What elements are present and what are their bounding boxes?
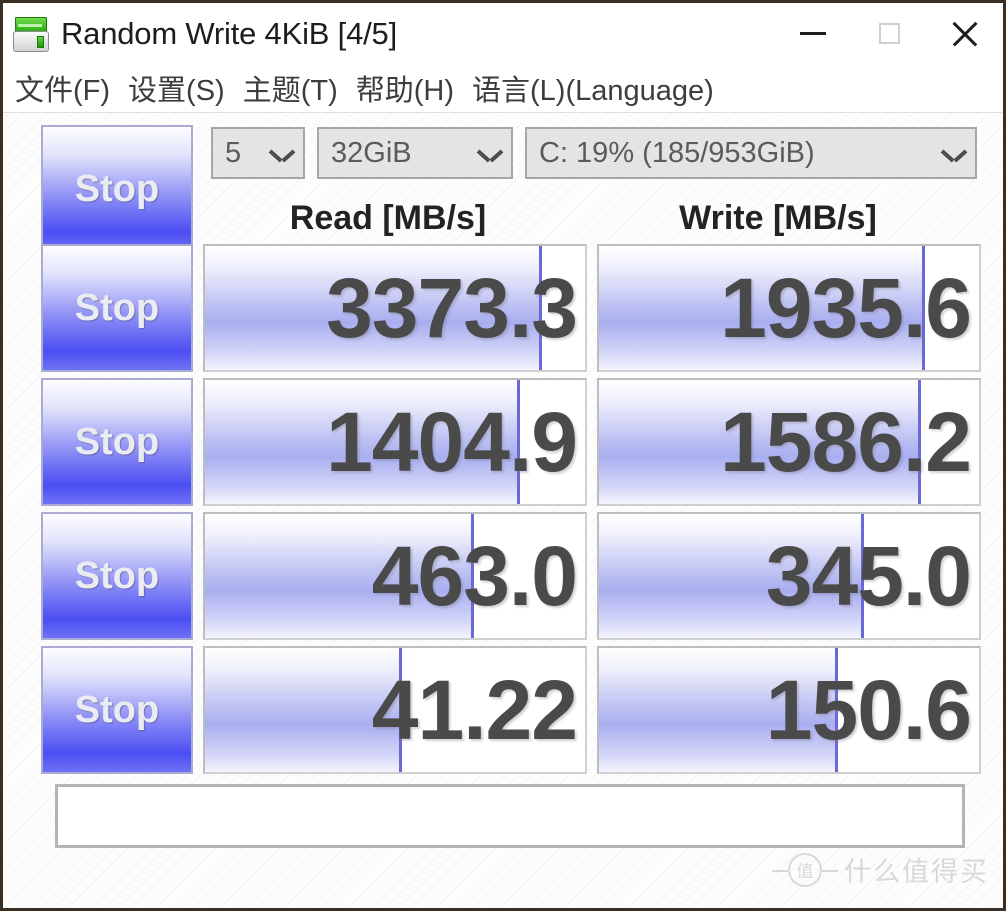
read-value-1: 3373.3 [326, 260, 578, 355]
main-content: Stop 5 32GiB C: 19% (185/953GiB) Read [M [3, 113, 1003, 908]
menu-bar: 文件(F) 设置(S) 主题(T) 帮助(H) 语言(L)(Language) [3, 64, 1003, 113]
result-rows: Stop 3373.3 1935.6 Stop 1404.9 1586.2 St… [19, 244, 987, 774]
menu-item-help[interactable]: 帮助(H) [356, 67, 454, 109]
test-count-select[interactable]: 5 [211, 127, 305, 179]
crystaldiskmark-window: Random Write 4KiB [4/5] 文件(F) 设置(S) 主题(T… [0, 0, 1006, 911]
table-row: Stop 1404.9 1586.2 [19, 378, 987, 506]
header-spacer [19, 199, 193, 238]
test-size-value: 32GiB [331, 136, 412, 169]
table-row: Stop 41.22 150.6 [19, 646, 987, 774]
menu-item-language[interactable]: 语言(L)(Language) [472, 67, 714, 109]
minimize-icon [800, 32, 826, 35]
test-size-select[interactable]: 32GiB [317, 127, 513, 179]
read-cell-3: 463.0 [203, 512, 587, 640]
minimize-button[interactable] [775, 3, 851, 64]
write-cell-4: 150.6 [597, 646, 981, 774]
column-headers: Read [MB/s] Write [MB/s] [19, 199, 987, 238]
drive-select[interactable]: C: 19% (185/953GiB) [525, 127, 977, 179]
row-stop-button-3[interactable]: Stop [41, 512, 193, 640]
window-controls [775, 3, 1003, 64]
window-title: Random Write 4KiB [4/5] [61, 15, 397, 51]
title-bar: Random Write 4KiB [4/5] [3, 3, 1003, 64]
menu-item-file[interactable]: 文件(F) [15, 67, 110, 109]
write-value-1: 1935.6 [720, 260, 972, 355]
maximize-button[interactable] [851, 3, 927, 64]
write-cell-3: 345.0 [597, 512, 981, 640]
read-value-2: 1404.9 [326, 394, 578, 489]
read-cell-1: 3373.3 [203, 244, 587, 372]
close-button[interactable] [927, 3, 1003, 64]
drive-value: C: 19% (185/953GiB) [539, 136, 815, 169]
row-stop-button-2[interactable]: Stop [41, 378, 193, 506]
write-value-4: 150.6 [765, 662, 972, 757]
close-icon [951, 20, 979, 48]
read-cell-2: 1404.9 [203, 378, 587, 506]
table-row: Stop 3373.3 1935.6 [19, 244, 987, 372]
test-count-value: 5 [225, 136, 242, 169]
test-options: 5 32GiB C: 19% (185/953GiB) [211, 127, 977, 179]
read-column-header: Read [MB/s] [289, 199, 487, 237]
read-value-3: 463.0 [371, 528, 578, 623]
watermark-text: 什么值得买 [844, 857, 989, 887]
watermark-logo-icon: 值 [772, 852, 838, 887]
write-value-2: 1586.2 [720, 394, 972, 489]
chevron-down-icon [271, 147, 293, 159]
row-stop-button-4[interactable]: Stop [41, 646, 193, 774]
chevron-down-icon [943, 147, 965, 159]
menu-item-theme[interactable]: 主题(T) [243, 67, 338, 109]
maximize-icon [878, 23, 900, 44]
read-cell-4: 41.22 [203, 646, 587, 774]
toolbar: Stop 5 32GiB C: 19% (185/953GiB) [19, 125, 987, 253]
disk-drive-icon [11, 14, 51, 54]
write-value-3: 345.0 [765, 528, 972, 623]
comment-box[interactable] [55, 784, 965, 848]
watermark: 值 什么值得买 [772, 850, 989, 889]
write-column-header: Write [MB/s] [679, 199, 877, 237]
read-value-4: 41.22 [371, 662, 578, 757]
chevron-down-icon [479, 147, 501, 159]
row-stop-button-1[interactable]: Stop [41, 244, 193, 372]
menu-item-settings[interactable]: 设置(S) [128, 67, 225, 109]
write-cell-1: 1935.6 [597, 244, 981, 372]
table-row: Stop 463.0 345.0 [19, 512, 987, 640]
write-cell-2: 1586.2 [597, 378, 981, 506]
